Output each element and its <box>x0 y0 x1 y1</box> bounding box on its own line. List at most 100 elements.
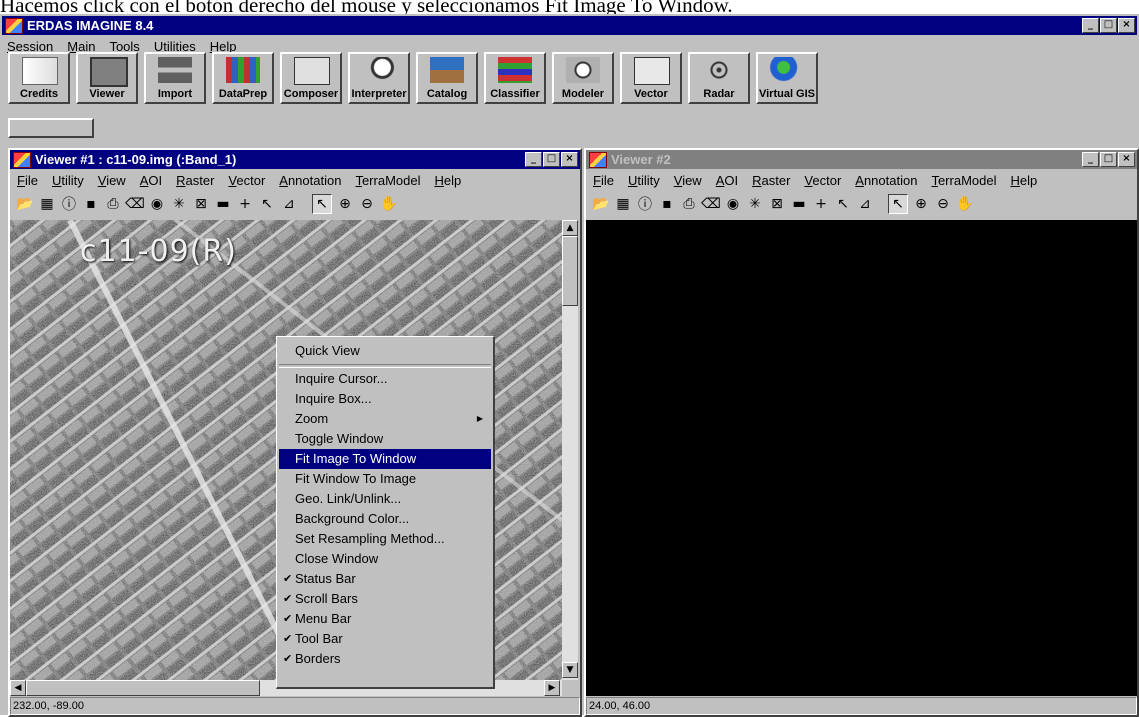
viewer-1-menu-aoi[interactable]: AOI <box>133 173 169 188</box>
menu-item-inquire-box[interactable]: Inquire Box... <box>279 389 491 409</box>
open-icon[interactable]: 📂 <box>16 195 34 213</box>
viewer-2-menu-terramodel[interactable]: TerraModel <box>924 173 1003 188</box>
viewer-2-menu-help[interactable]: Help <box>1003 173 1044 188</box>
viewer-1-menubar: File Utility View AOI Raster Vector Annotation… <box>10 170 468 190</box>
viewer-1-menu-help[interactable]: Help <box>427 173 468 188</box>
viewer-2-menu-annotation[interactable]: Annotation <box>848 173 924 188</box>
scroll-right-button[interactable]: ▶ <box>544 680 560 696</box>
open-icon[interactable]: 📂 <box>592 195 610 213</box>
box-icon[interactable]: ⊠ <box>192 195 210 213</box>
menu-item-status-bar[interactable]: ✔ Status Bar <box>279 569 491 589</box>
viewer-2-canvas[interactable] <box>586 220 1137 696</box>
pointer-arrow-icon[interactable]: ↖ <box>258 195 276 213</box>
info-icon[interactable]: ⓘ <box>636 195 654 213</box>
close-button[interactable]: × <box>561 152 578 167</box>
aoi-icon[interactable]: ◉ <box>724 195 742 213</box>
import-button[interactable]: Import <box>144 52 206 104</box>
radar-button[interactable]: Radar <box>688 52 750 104</box>
zoom-fit-icon[interactable]: ✳ <box>170 195 188 213</box>
raster-open-icon[interactable]: ▦ <box>614 195 632 213</box>
zoom-fit-icon[interactable]: ✳ <box>746 195 764 213</box>
maximize-button[interactable]: □ <box>1100 18 1117 33</box>
menu-item-close-window[interactable]: Close Window <box>279 549 491 569</box>
catalog-button[interactable]: Catalog <box>416 52 478 104</box>
profile-icon[interactable]: ⊿ <box>856 195 874 213</box>
pointer-arrow-icon[interactable]: ↖ <box>834 195 852 213</box>
zoom-in-icon[interactable]: ⊕ <box>336 195 354 213</box>
aoi-icon[interactable]: ◉ <box>148 195 166 213</box>
viewer-2-menu-utility[interactable]: Utility <box>621 173 667 188</box>
eraser-icon[interactable]: ⌫ <box>701 195 721 213</box>
menu-item-tool-bar[interactable]: ✔ Tool Bar <box>279 629 491 649</box>
classifier-button[interactable]: Classifier <box>484 52 546 104</box>
viewer-2-menu-file[interactable]: File <box>586 173 621 188</box>
viewer-1-vscroll[interactable]: ▲ ▼ <box>562 220 578 680</box>
crosshair-icon[interactable]: + <box>236 195 254 213</box>
menu-item-inquire-cursor[interactable]: Inquire Cursor... <box>279 369 491 389</box>
menu-item-fit-image-to-window[interactable]: Fit Image To Window <box>279 449 491 469</box>
box-icon[interactable]: ⊠ <box>768 195 786 213</box>
viewer-1-menu-utility[interactable]: Utility <box>45 173 91 188</box>
viewer-1-menu-file[interactable]: File <box>10 173 45 188</box>
menu-item-background-color[interactable]: Background Color... <box>279 509 491 529</box>
viewer-1-menu-terramodel[interactable]: TerraModel <box>348 173 427 188</box>
scroll-left-button[interactable]: ◀ <box>10 680 26 696</box>
viewer-2-menu-raster[interactable]: Raster <box>745 173 797 188</box>
select-arrow-icon[interactable]: ↖ <box>888 194 908 214</box>
menu-item-set-resampling-method[interactable]: Set Resampling Method... <box>279 529 491 549</box>
close-button[interactable]: × <box>1118 18 1135 33</box>
viewer-1-menu-annotation[interactable]: Annotation <box>272 173 348 188</box>
print-icon[interactable]: ⎙ <box>104 195 122 213</box>
viewer-2-menu-view[interactable]: View <box>667 173 709 188</box>
zoom-out-icon[interactable]: ⊖ <box>934 195 952 213</box>
raster-open-icon[interactable]: ▦ <box>38 195 56 213</box>
modeler-button[interactable]: Modeler <box>552 52 614 104</box>
minimize-button[interactable]: _ <box>525 152 542 167</box>
menu-item-zoom[interactable]: Zoom ▶ <box>279 409 491 429</box>
zoom-out-icon[interactable]: ⊖ <box>358 195 376 213</box>
virtual-gis-button[interactable]: Virtual GIS <box>756 52 818 104</box>
interpreter-button[interactable]: Interpreter <box>348 52 410 104</box>
save-icon[interactable]: ▪ <box>82 195 100 213</box>
scroll-thumb[interactable] <box>562 236 578 306</box>
vector-button[interactable]: Vector <box>620 52 682 104</box>
scroll-up-button[interactable]: ▲ <box>562 220 578 236</box>
close-button[interactable]: × <box>1118 152 1135 167</box>
menu-item-toggle-window[interactable]: Toggle Window <box>279 429 491 449</box>
minimize-button[interactable]: _ <box>1082 152 1099 167</box>
line-icon[interactable]: ▬ <box>214 195 232 213</box>
menu-item-fit-window-to-image[interactable]: Fit Window To Image <box>279 469 491 489</box>
zoom-in-icon[interactable]: ⊕ <box>912 195 930 213</box>
credits-button[interactable]: Credits <box>8 52 70 104</box>
viewer-1-menu-vector[interactable]: Vector <box>221 173 272 188</box>
menu-item-menu-bar[interactable]: ✔ Menu Bar <box>279 609 491 629</box>
viewer-1-menu-raster[interactable]: Raster <box>169 173 221 188</box>
profile-icon[interactable]: ⊿ <box>280 195 298 213</box>
minimize-button[interactable]: _ <box>1082 18 1099 33</box>
interpreter-magnifier-icon <box>362 57 396 83</box>
viewer-2-menu-vector[interactable]: Vector <box>797 173 848 188</box>
scroll-thumb[interactable] <box>26 680 260 696</box>
viewer-2-menu-aoi[interactable]: AOI <box>709 173 745 188</box>
select-arrow-icon[interactable]: ↖ <box>312 194 332 214</box>
save-icon[interactable]: ▪ <box>658 195 676 213</box>
dataprep-button[interactable]: DataPrep <box>212 52 274 104</box>
composer-button[interactable]: Composer <box>280 52 342 104</box>
maximize-button[interactable]: □ <box>1100 152 1117 167</box>
pan-hand-icon[interactable]: ✋ <box>956 195 974 213</box>
maximize-button[interactable]: □ <box>543 152 560 167</box>
menu-item-quick-view[interactable]: Quick View <box>279 341 491 361</box>
button-label: Classifier <box>490 88 540 100</box>
menu-item-scroll-bars[interactable]: ✔ Scroll Bars <box>279 589 491 609</box>
crosshair-icon[interactable]: + <box>812 195 830 213</box>
menu-item-geo-link-unlink[interactable]: Geo. Link/Unlink... <box>279 489 491 509</box>
pan-hand-icon[interactable]: ✋ <box>380 195 398 213</box>
info-icon[interactable]: ⓘ <box>60 195 78 213</box>
line-icon[interactable]: ▬ <box>790 195 808 213</box>
viewer-button[interactable]: Viewer <box>76 52 138 104</box>
viewer-1-menu-view[interactable]: View <box>91 173 133 188</box>
scroll-down-button[interactable]: ▼ <box>562 662 578 678</box>
menu-item-borders[interactable]: ✔ Borders <box>279 649 491 669</box>
print-icon[interactable]: ⎙ <box>680 195 698 213</box>
eraser-icon[interactable]: ⌫ <box>125 195 145 213</box>
